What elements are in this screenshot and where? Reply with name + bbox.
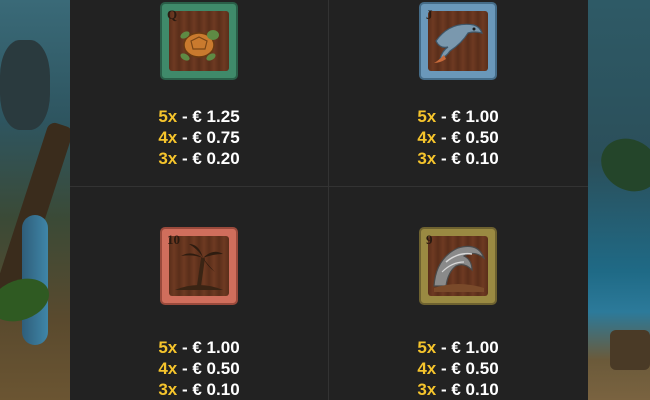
amount: - € 0.10 [441, 149, 499, 168]
multiplier: 5x [417, 107, 437, 126]
multiplier: 4x [158, 128, 178, 147]
amount: - € 1.00 [182, 338, 240, 357]
multiplier: 3x [158, 380, 178, 399]
pay-row: 5x - € 1.00 [70, 337, 328, 358]
paytable-cell-dolphin: J 5x - € 1.00 4x - € 0.50 3x - € 0.10 [329, 0, 587, 186]
amount: - € 0.50 [441, 128, 499, 147]
palm-frond [591, 128, 650, 202]
rank-label: 10 [167, 232, 180, 247]
amount: - € 0.75 [182, 128, 240, 147]
rank-label: Q [167, 7, 178, 22]
pay-row: 4x - € 0.50 [329, 127, 587, 148]
pay-list: 5x - € 1.00 4x - € 0.50 3x - € 0.10 [329, 337, 587, 400]
multiplier: 3x [158, 149, 178, 168]
amount: - € 0.10 [441, 380, 499, 399]
background-right [588, 0, 650, 400]
dolphin-symbol-icon: J [419, 2, 497, 80]
background-left [0, 0, 70, 400]
pay-row: 4x - € 0.50 [329, 358, 587, 379]
wave-symbol-icon: 9 [419, 227, 497, 305]
hut [610, 330, 650, 370]
multiplier: 4x [417, 359, 437, 378]
pay-list: 5x - € 1.00 4x - € 0.50 3x - € 0.10 [70, 337, 328, 400]
pay-list: 5x - € 1.25 4x - € 0.75 3x - € 0.20 [70, 106, 328, 169]
paytable-cell-turtle: Q 5x - € 1.25 4x - € 0.75 3x - € 0.20 [70, 0, 328, 186]
amount: - € 0.50 [441, 359, 499, 378]
pay-row: 3x - € 0.10 [70, 379, 328, 400]
palm-tree-symbol-icon: 10 [160, 227, 238, 305]
turtle-symbol-icon: Q [160, 2, 238, 80]
paytable-cell-wave: 9 5x - € 1.00 4x - € 0.50 3x - € 0.10 [329, 187, 587, 400]
pay-list: 5x - € 1.00 4x - € 0.50 3x - € 0.10 [329, 106, 587, 169]
amount: - € 0.10 [182, 380, 240, 399]
rank-label: 9 [426, 232, 433, 247]
multiplier: 4x [417, 128, 437, 147]
pay-row: 5x - € 1.00 [329, 106, 587, 127]
multiplier: 5x [417, 338, 437, 357]
pay-row: 3x - € 0.10 [329, 379, 587, 400]
amount: - € 0.50 [182, 359, 240, 378]
multiplier: 3x [417, 380, 437, 399]
rock-shape [0, 40, 50, 130]
pay-row: 5x - € 1.25 [70, 106, 328, 127]
amount: - € 1.00 [441, 107, 499, 126]
multiplier: 4x [158, 359, 178, 378]
pay-row: 5x - € 1.00 [329, 337, 587, 358]
pay-row: 3x - € 0.10 [329, 148, 587, 169]
multiplier: 5x [158, 107, 178, 126]
multiplier: 3x [417, 149, 437, 168]
pay-row: 4x - € 0.50 [70, 358, 328, 379]
amount: - € 0.20 [182, 149, 240, 168]
amount: - € 1.00 [441, 338, 499, 357]
multiplier: 5x [158, 338, 178, 357]
paytable-cell-palm-tree: 10 5x - € 1.00 4x - € 0.50 3x - € 0.10 [70, 187, 328, 400]
rank-label: J [426, 7, 433, 22]
pay-row: 3x - € 0.20 [70, 148, 328, 169]
paytable-panel[interactable]: Q 5x - € 1.25 4x - € 0.75 3x - € 0.20 J … [70, 0, 588, 400]
amount: - € 1.25 [182, 107, 240, 126]
pay-row: 4x - € 0.75 [70, 127, 328, 148]
